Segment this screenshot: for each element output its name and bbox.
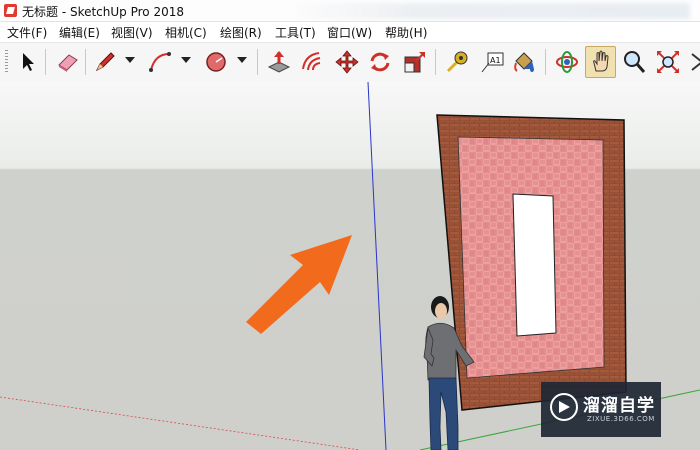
title-bar-blur [290,3,690,19]
brick-wall[interactable] [436,114,627,411]
more-icon[interactable] [689,49,700,75]
toolbar-grip[interactable] [5,50,8,74]
toolbar-separator [85,49,86,75]
arc-dropdown[interactable] [181,57,191,63]
menu-file[interactable]: 文件(F) [7,24,47,41]
svg-text:A1: A1 [490,56,501,65]
title-bar: 无标题 - SketchUp Pro 2018 [0,0,700,22]
push-pull-icon[interactable] [266,49,292,75]
menu-view[interactable]: 视图(V) [111,24,153,41]
menu-edit[interactable]: 编辑(E) [59,24,100,41]
watermark-logo-icon [550,393,578,421]
menu-bar: 文件(F) 编辑(E) 视图(V) 相机(C) 绘图(R) 工具(T) 窗口(W… [0,22,700,42]
sketchup-logo-icon [4,4,17,17]
modeling-viewport[interactable]: 溜溜自学 ZIXUE.3D66.COM [0,82,700,450]
window-title: 无标题 - SketchUp Pro 2018 [22,5,184,19]
pan-hand-icon[interactable] [585,46,616,78]
menu-tools[interactable]: 工具(T) [275,24,316,41]
shape-dropdown[interactable] [237,57,247,63]
red-axis-dotted-line [0,396,361,450]
toolbar-separator [45,49,46,75]
zoom-icon[interactable] [621,49,647,75]
move-icon[interactable] [334,49,360,75]
toolbar-separator [257,49,258,75]
menu-help[interactable]: 帮助(H) [385,24,427,41]
offset-icon[interactable] [299,49,325,75]
scale-icon[interactable] [402,49,428,75]
orbit-icon[interactable] [554,49,580,75]
tape-measure-icon[interactable] [444,49,470,75]
blue-axis-line [367,82,387,450]
toolbar-separator [435,49,436,75]
pencil-line-icon[interactable] [92,49,118,75]
shape-icon[interactable] [203,49,229,75]
watermark-badge: 溜溜自学 ZIXUE.3D66.COM [541,382,661,437]
arc-icon[interactable] [147,49,173,75]
pencil-dropdown[interactable] [125,57,135,63]
paint-bucket-icon[interactable] [511,49,537,75]
toolbar: A1 [0,42,700,83]
rotate-icon[interactable] [367,49,393,75]
watermark-url: ZIXUE.3D66.COM [587,415,655,423]
select-arrow-icon[interactable] [15,49,41,75]
watermark-name: 溜溜自学 [583,396,655,416]
text-icon[interactable]: A1 [479,49,505,75]
zoom-extents-icon[interactable] [655,49,681,75]
menu-window[interactable]: 窗口(W) [327,24,372,41]
eraser-icon[interactable] [55,49,81,75]
menu-camera[interactable]: 相机(C) [165,24,207,41]
orange-pointer-arrow [246,235,352,334]
toolbar-separator [545,49,546,75]
menu-draw[interactable]: 绘图(R) [220,24,262,41]
